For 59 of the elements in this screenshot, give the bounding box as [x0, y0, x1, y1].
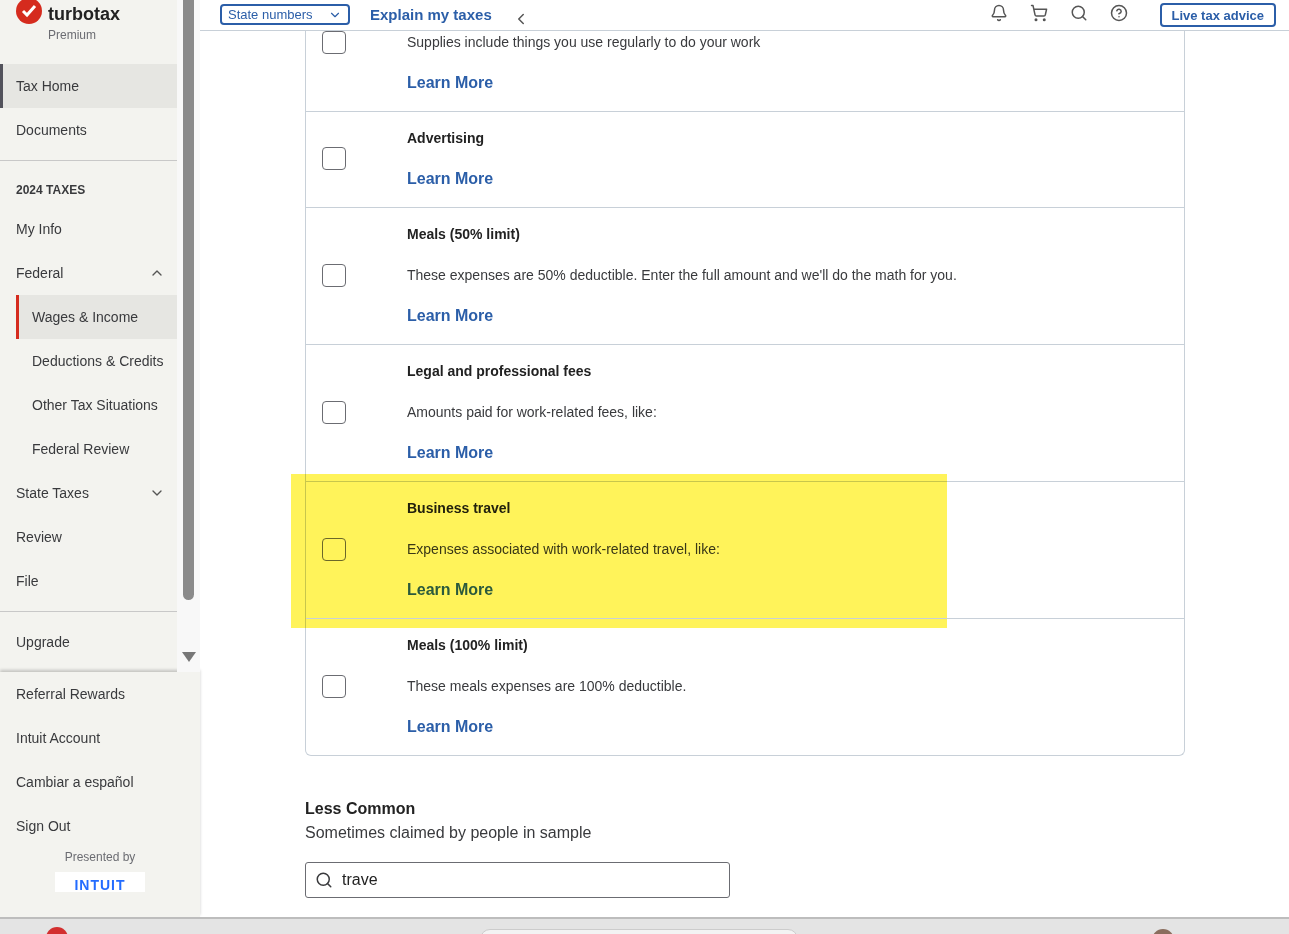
sidebar-item-label: Review [16, 528, 62, 547]
checkbox[interactable] [322, 263, 346, 287]
sidebar-item[interactable]: Upgrade [0, 620, 177, 664]
sidebar-item[interactable]: My Info [0, 207, 177, 251]
live-advice-button[interactable]: Live tax advice [1159, 3, 1276, 27]
learn-more-link[interactable]: Learn More [407, 72, 494, 94]
sidebar-subitem[interactable]: Other Tax Situations [16, 383, 177, 427]
learn-more-link[interactable]: Learn More [407, 168, 494, 190]
expense-description: These meals expenses are 100% deductible. [407, 677, 688, 696]
learn-more-link[interactable]: Learn More [407, 716, 494, 738]
partner-logo: INTUIT [55, 872, 145, 892]
learn-more-link[interactable]: Learn More [407, 305, 494, 327]
sidebar-item[interactable]: Federal [0, 251, 177, 295]
brand-logo-text: turbotax [48, 3, 120, 25]
section-title: Less Common [305, 800, 417, 818]
checkbox[interactable] [322, 674, 346, 698]
cart-icon[interactable] [1029, 4, 1048, 22]
section-subtitle: Sometimes claimed by people in sample [305, 824, 593, 842]
search-icon [315, 871, 333, 889]
sidebar-item-label: File [16, 572, 39, 591]
explain-link[interactable]: Explain my taxes [370, 6, 492, 23]
learn-more-link[interactable]: Learn More [407, 442, 494, 464]
bell-icon[interactable] [989, 4, 1008, 22]
sidebar-item[interactable]: File [0, 559, 177, 603]
search-icon[interactable] [1069, 4, 1088, 22]
expense-title: Meals (100% limit) [407, 636, 529, 655]
expense-description: Supplies include things you use regularly to do your work [407, 33, 762, 52]
sidebar-item[interactable]: Referral Rewards [0, 672, 200, 716]
sidebar-item[interactable]: Cambiar a español [0, 760, 200, 804]
expense-description: Amounts paid for work-related fees, like: [407, 403, 658, 422]
checkmark-logo-icon [16, 0, 42, 24]
sidebar-item-label: Federal [16, 264, 64, 283]
sidebar-subitem[interactable]: Federal Review [16, 427, 177, 471]
search-field[interactable]: trave [305, 862, 730, 898]
sidebar-item[interactable]: Intuit Account [0, 716, 200, 760]
sidebar-item-label: My Info [16, 220, 62, 239]
sidebar-item[interactable]: State Taxes [0, 471, 177, 515]
checkbox[interactable] [322, 147, 346, 170]
sidebar-subitem[interactable]: Deductions & Credits [16, 339, 177, 383]
expense-title: Advertising [407, 129, 485, 148]
presented-by-label: Presented by [63, 850, 137, 864]
state-dropdown[interactable]: State numbers [220, 4, 350, 25]
sidebar-item[interactable]: Review [0, 515, 177, 559]
expense-title: Business travel [407, 499, 512, 518]
expense-title: Meals (50% limit) [407, 225, 521, 244]
sidebar-item[interactable]: Documents [0, 108, 177, 152]
sidebar-item-label: State Taxes [16, 484, 89, 503]
sidebar-item[interactable]: Tax Home [0, 64, 177, 108]
expense-description: These expenses are 50% deductible. Enter the full amount and we'll do the math for you. [407, 266, 958, 285]
edition-label: Premium [47, 28, 97, 42]
expense-description: Expenses associated with work-related travel, like: [407, 540, 721, 559]
checkbox[interactable] [322, 30, 346, 54]
checkbox[interactable] [322, 400, 346, 424]
section-heading: 2024 TAXES [15, 182, 87, 199]
expense-title: Legal and professional fees [407, 362, 593, 381]
scroll-down-arrow-icon[interactable] [181, 652, 196, 662]
sidebar-item[interactable]: Sign Out [0, 804, 200, 848]
sidebar-subitem[interactable]: Wages & Income [16, 295, 177, 339]
help-icon[interactable] [1109, 4, 1128, 22]
